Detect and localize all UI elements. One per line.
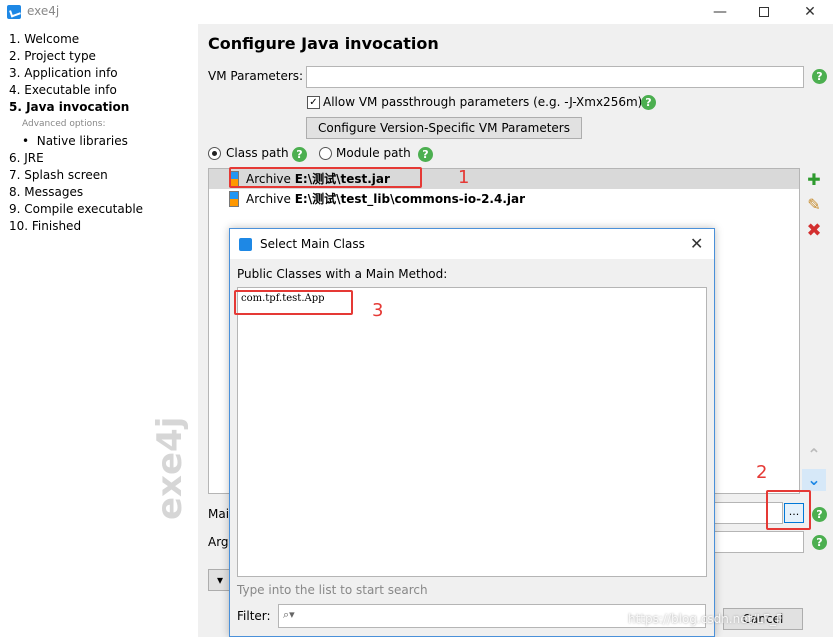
step-finished[interactable]: 10. Finished	[9, 219, 81, 233]
steps-sidebar: 1. Welcome 2. Project type 3. Applicatio…	[0, 24, 198, 637]
step-messages[interactable]: 8. Messages	[9, 185, 83, 199]
dialog-close-button[interactable]: ✕	[690, 234, 703, 253]
url-watermark: https://blog.csdn.net/LF_F	[628, 612, 783, 626]
help-icon[interactable]: ?	[812, 535, 827, 550]
allow-passthrough-label: Allow VM passthrough parameters (e.g. -J…	[323, 95, 643, 109]
annotation-box-2	[766, 490, 811, 530]
step-executable-info[interactable]: 4. Executable info	[9, 83, 117, 97]
native-libraries-label: Native libraries	[36, 134, 128, 148]
add-entry-button[interactable]: ✚	[802, 169, 826, 191]
public-classes-label: Public Classes with a Main Method:	[237, 267, 448, 281]
bullet-icon: •	[22, 134, 37, 148]
filter-label: Filter:	[237, 609, 271, 623]
classpath-entry-text: Archive E:\测试\test_lib\commons-io-2.4.ja…	[246, 192, 526, 206]
step-project-type[interactable]: 2. Project type	[9, 49, 96, 63]
class-path-radio[interactable]	[208, 147, 221, 160]
help-icon[interactable]: ?	[812, 69, 827, 84]
remove-entry-button[interactable]: ✖	[802, 220, 826, 242]
dialog-title-bar: Select Main Class ✕	[230, 229, 714, 259]
exe4j-watermark: exe4j	[150, 416, 190, 520]
search-hint: Type into the list to start search	[237, 583, 428, 597]
configure-version-vm-button[interactable]: Configure Version-Specific VM Parameters	[306, 117, 582, 139]
main-class-list[interactable]: com.tpf.test.App	[237, 287, 707, 577]
move-up-button[interactable]: ⌃	[802, 444, 826, 466]
move-down-button[interactable]: ⌄	[802, 469, 826, 491]
exe4j-app-icon	[7, 5, 21, 19]
search-icon: ⌕▾	[283, 608, 295, 621]
vm-parameters-label: VM Parameters:	[208, 69, 304, 83]
edit-entry-button[interactable]: ✎	[802, 194, 826, 216]
step-java-invocation[interactable]: 5. Java invocation	[9, 100, 129, 114]
page-title: Configure Java invocation	[208, 34, 439, 53]
dialog-title: Select Main Class	[260, 237, 365, 251]
close-button[interactable]: ✕	[790, 2, 830, 22]
help-icon[interactable]: ?	[812, 507, 827, 522]
classpath-entry[interactable]: Archive E:\测试\test_lib\commons-io-2.4.ja…	[209, 189, 799, 209]
annotation-box-3	[234, 290, 353, 315]
window-title: exe4j	[27, 4, 60, 18]
annotation-number-3: 3	[372, 300, 384, 321]
main-class-label: Mai	[208, 507, 230, 521]
title-bar: exe4j — ✕	[0, 0, 833, 24]
exe4j-app-icon	[239, 238, 252, 251]
module-path-label: Module path	[336, 146, 411, 160]
jar-icon	[229, 191, 239, 207]
advanced-options-label: Advanced options:	[22, 119, 106, 129]
help-icon[interactable]: ?	[418, 147, 433, 162]
annotation-number-2: 2	[756, 462, 768, 483]
step-native-libraries[interactable]: • Native libraries	[22, 134, 128, 148]
arguments-input[interactable]	[708, 531, 804, 553]
arguments-label: Arg	[208, 535, 229, 549]
allow-passthrough-checkbox[interactable]: ✓	[307, 96, 320, 109]
step-splash-screen[interactable]: 7. Splash screen	[9, 168, 108, 182]
step-compile-executable[interactable]: 9. Compile executable	[9, 202, 143, 216]
vm-parameters-input[interactable]	[306, 66, 804, 88]
minimize-button[interactable]: —	[700, 2, 740, 22]
maximize-button[interactable]	[744, 2, 784, 22]
step-jre[interactable]: 6. JRE	[9, 151, 44, 165]
help-icon[interactable]: ?	[292, 147, 307, 162]
step-application-info[interactable]: 3. Application info	[9, 66, 118, 80]
annotation-box-1	[229, 167, 422, 188]
maximize-icon	[759, 7, 769, 17]
module-path-radio[interactable]	[319, 147, 332, 160]
class-path-label: Class path	[226, 146, 289, 160]
step-welcome[interactable]: 1. Welcome	[9, 32, 79, 46]
help-icon[interactable]: ?	[641, 95, 656, 110]
annotation-number-1: 1	[458, 167, 470, 188]
